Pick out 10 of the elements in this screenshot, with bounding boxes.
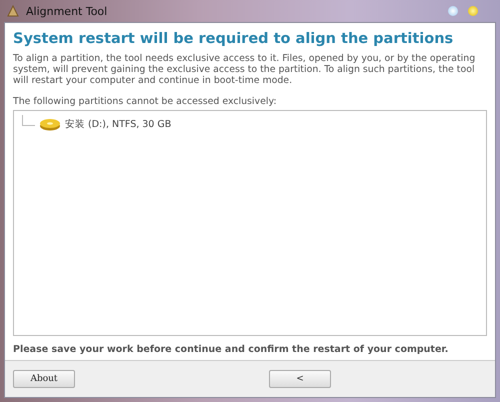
about-button[interactable]: About <box>13 370 75 388</box>
disk-icon <box>39 117 61 131</box>
window-title: Alignment Tool <box>26 4 108 18</box>
list-label: The following partitions cannot be accessed exclusively: <box>13 96 278 107</box>
partition-item[interactable]: 安装 (D:), NTFS, 30 GB <box>65 118 172 130</box>
app-icon <box>6 4 20 18</box>
page-heading: System restart will be required to align the partitions <box>13 31 454 47</box>
back-button[interactable]: < <box>269 370 331 388</box>
description-text: To align a partition, the tool needs exclusive access to it. Files, opened by you, or by the operating system, will prevent gaining the exclusive access to the partition. To align such partitions, the tool will restart your computer and continue in boot-time mode. <box>13 53 476 86</box>
notice-text: Please save your work before continue and confirm the restart of your computer. <box>13 344 450 355</box>
